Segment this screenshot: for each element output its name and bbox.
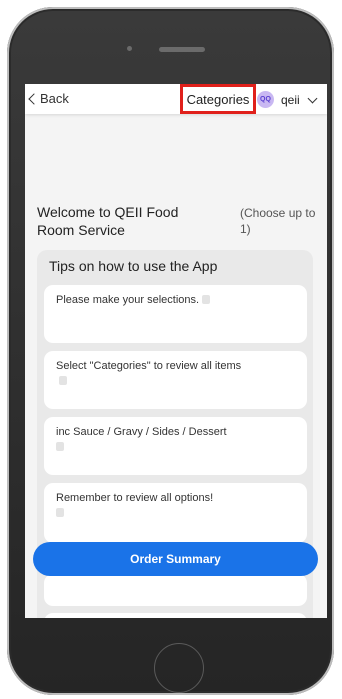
tip-card: Please make your selections. [44,285,307,343]
tip-card [44,613,307,618]
edit-icon [202,295,211,304]
tip-text: Please make your selections. [56,293,251,308]
tip-text-label: Remember to review all options! [56,492,214,504]
welcome-heading: Welcome to QEII Food Room Service [37,204,179,238]
home-button[interactable] [154,643,204,693]
edit-icon [56,508,64,517]
chevron-down-icon [307,93,318,103]
edit-icon [59,376,67,385]
avatar: QQ [257,91,274,108]
top-bar: Back Categories QQ qeii [25,84,327,114]
tip-text-label: Please make your selections. [56,294,200,306]
back-button[interactable]: Back [27,91,69,106]
user-menu[interactable]: QQ qeii [257,91,318,108]
tip-text: Remember to review all options! [56,491,251,521]
order-summary-label: Order Summary [130,552,221,566]
tip-text-label: inc Sauce / Gravy / Sides / Dessert [56,426,227,438]
tip-card: Select "Categories" to review all items [44,351,307,409]
order-summary-button[interactable]: Order Summary [33,542,318,576]
tip-text: Select "Categories" to review all items [56,359,251,389]
choose-note: (Choose up to 1) [240,206,316,236]
app-screen: Back Categories QQ qeii Welcome to QEII … [25,84,327,618]
back-label: Back [40,91,69,106]
tip-card [44,574,307,606]
categories-label: Categories [186,91,250,107]
camera-dot [127,46,132,51]
tip-card: inc Sauce / Gravy / Sides / Dessert [44,417,307,475]
categories-button[interactable]: Categories [180,84,256,114]
tips-title: Tips on how to use the App [49,258,218,274]
chevron-left-icon [28,92,40,105]
user-name: qeii [281,92,300,107]
speaker-grille [159,47,205,52]
tip-card: Remember to review all options! [44,483,307,543]
tip-text-label: Select "Categories" to review all items [56,360,242,372]
tip-text: inc Sauce / Gravy / Sides / Dessert [56,425,251,455]
edit-icon [56,442,64,451]
